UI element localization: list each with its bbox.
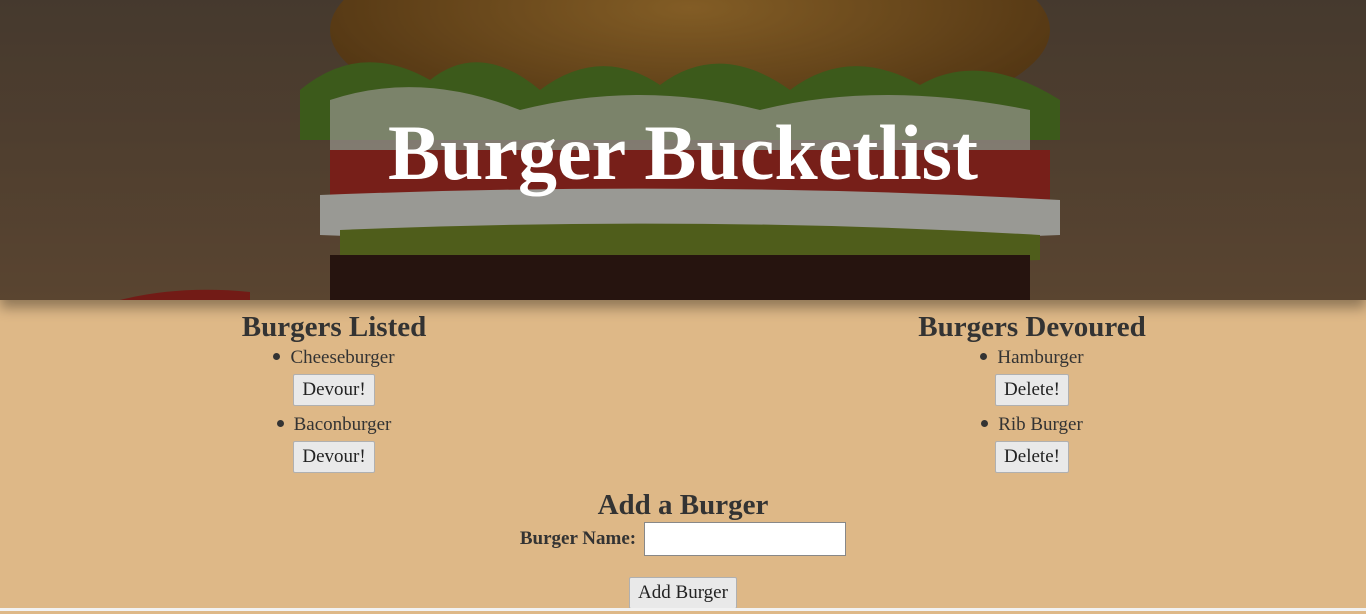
burger-name-label: Burger Name:	[519, 528, 637, 549]
hero-banner: Burger Bucketlist	[0, 0, 1366, 300]
burger-name-input[interactable]	[644, 522, 847, 556]
burger-name-row: Burger Name:	[0, 522, 1366, 556]
list-item: Cheeseburger Devour!	[154, 344, 514, 411]
list-item: Hamburger Delete!	[852, 344, 1212, 411]
burgers-listed-section: Burgers Listed Cheeseburger Devour! Baco…	[154, 310, 514, 478]
page-title: Burger Bucketlist	[387, 109, 979, 196]
burger-item-name: Cheeseburger	[273, 344, 395, 372]
add-burger-form: Add a Burger Burger Name: Add Burger	[0, 488, 1366, 614]
bullet-icon	[981, 420, 989, 428]
burgers-devoured-heading: Burgers Devoured	[918, 311, 1146, 343]
burger-name-text: Hamburger	[997, 347, 1084, 368]
delete-button[interactable]: Delete!	[995, 374, 1069, 406]
list-item: Rib Burger Delete!	[852, 411, 1212, 478]
bullet-icon	[980, 353, 988, 361]
burger-item-name: Hamburger	[980, 344, 1084, 372]
burger-item-name: Baconburger	[276, 411, 392, 439]
add-burger-button[interactable]: Add Burger	[629, 577, 737, 609]
burgers-devoured-section: Burgers Devoured Hamburger Delete! Rib B…	[852, 310, 1212, 478]
burger-columns: Burgers Listed Cheeseburger Devour! Baco…	[0, 300, 1366, 480]
list-item: Baconburger Devour!	[154, 411, 514, 478]
bullet-icon	[276, 420, 284, 428]
devour-button[interactable]: Devour!	[293, 374, 375, 406]
burger-name-text: Baconburger	[293, 414, 392, 435]
bullet-icon	[273, 353, 281, 361]
burgers-devoured-list: Hamburger Delete! Rib Burger Delete!	[852, 344, 1212, 478]
devour-button[interactable]: Devour!	[293, 441, 375, 473]
delete-button[interactable]: Delete!	[995, 441, 1069, 473]
burger-item-name: Rib Burger	[981, 411, 1083, 439]
burger-name-text: Rib Burger	[998, 414, 1083, 435]
burgers-listed-heading: Burgers Listed	[241, 311, 427, 343]
add-burger-heading: Add a Burger	[597, 489, 769, 521]
burgers-listed-list: Cheeseburger Devour! Baconburger Devour!	[154, 344, 514, 478]
burger-name-text: Cheeseburger	[290, 347, 395, 368]
